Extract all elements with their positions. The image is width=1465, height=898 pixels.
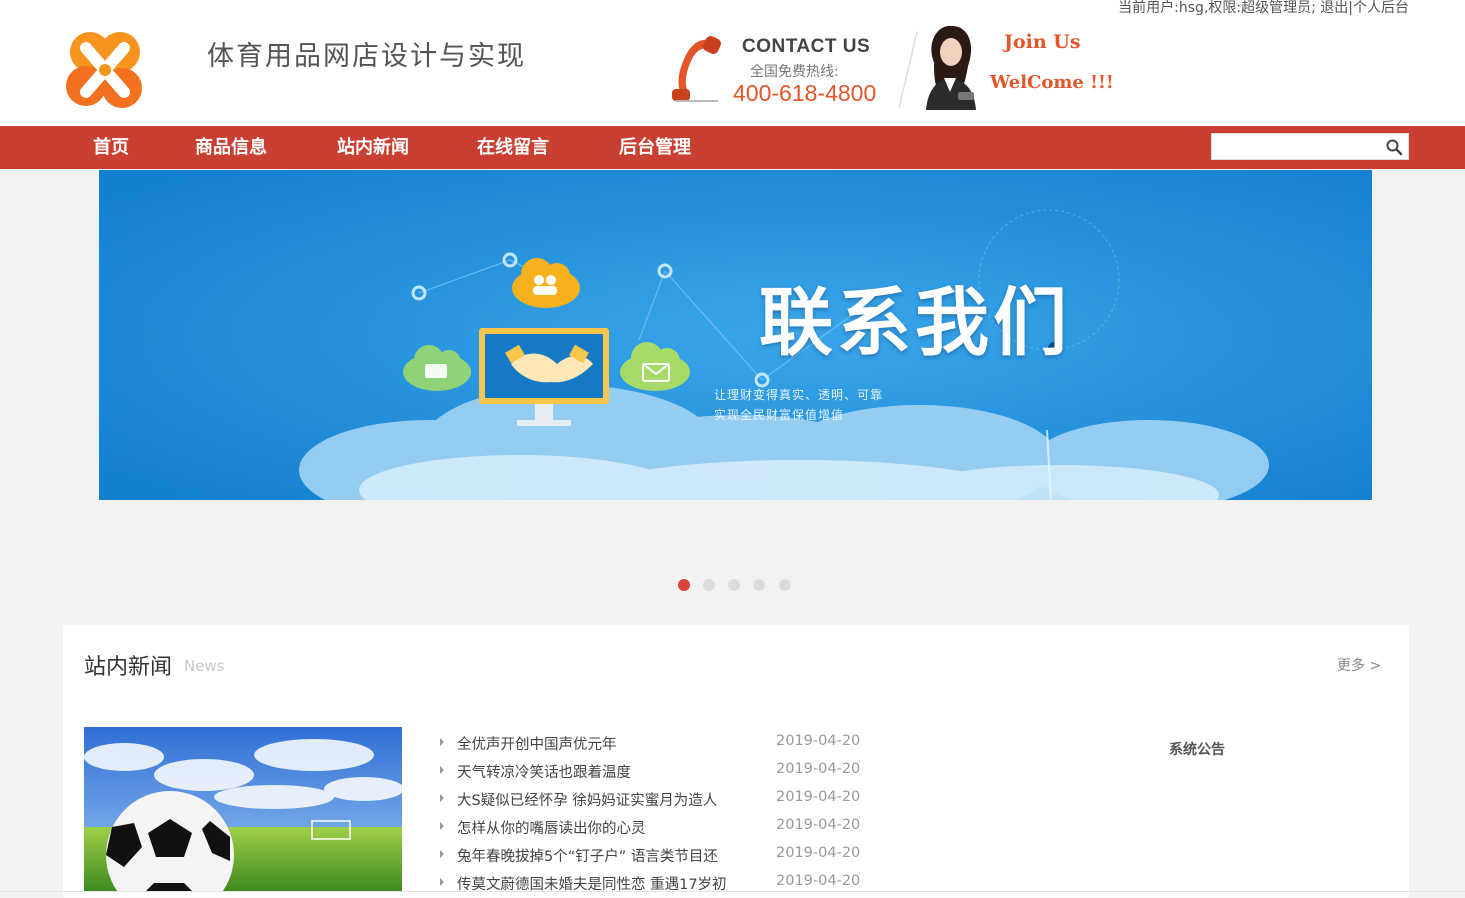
caret-right-icon: [440, 822, 444, 830]
news-feature-image[interactable]: [84, 727, 402, 891]
news-more-link[interactable]: 更多 >: [1337, 655, 1381, 675]
news-item-date: 2019-04-20: [776, 761, 861, 777]
news-item[interactable]: 天气转凉冷笑话也跟着温度 2019-04-20: [438, 758, 878, 786]
header-divider: [898, 31, 918, 109]
bottom-divider: [0, 891, 1465, 892]
caret-right-icon: [440, 850, 444, 858]
slider-dot-5[interactable]: [779, 579, 791, 591]
search-box: [1211, 133, 1409, 160]
nav-item-messages[interactable]: 在线留言: [477, 126, 549, 169]
user-status-bar: 当前用户:hsg,权限:超级管理员; 退出|个人后台: [1118, 0, 1409, 16]
news-item-title: 怎样从你的嘴唇读出你的心灵: [457, 821, 646, 837]
banner-subtitle-1: 让理财变得真实、透明、可靠: [714, 388, 884, 402]
welcome-text: WelCome !!!: [990, 72, 1114, 93]
caret-right-icon: [440, 766, 444, 774]
logout-link[interactable]: 退出: [1320, 0, 1348, 16]
join-us-text: Join Us: [1004, 31, 1081, 53]
news-item-title: 大S疑似已经怀孕 徐妈妈证实蜜月为造人: [457, 793, 718, 809]
current-user-text: 当前用户:hsg,权限:超级管理员;: [1118, 0, 1316, 16]
news-section-subtitle: News: [184, 657, 225, 675]
nav-item-news[interactable]: 站内新闻: [337, 126, 409, 169]
news-item-date: 2019-04-20: [776, 789, 861, 805]
hotline-number: 400-618-4800: [733, 80, 877, 106]
news-item-title: 天气转凉冷笑话也跟着温度: [457, 765, 631, 781]
news-item-title: 兔年春晚拔掉5个“钉子户” 语言类节目还: [457, 849, 718, 865]
news-item-title: 全优声开创中国声优元年: [457, 737, 617, 753]
caret-right-icon: [440, 738, 444, 746]
slider-dot-1[interactable]: [678, 579, 690, 591]
slider-dot-2[interactable]: [703, 579, 715, 591]
caret-right-icon: [440, 878, 444, 886]
personal-backend-link[interactable]: 个人后台: [1353, 0, 1409, 16]
banner-artwork: [99, 170, 1372, 500]
hotline-label: 全国免费热线:: [750, 64, 839, 80]
news-item[interactable]: 怎样从你的嘴唇读出你的心灵 2019-04-20: [438, 814, 878, 842]
news-item[interactable]: 大S疑似已经怀孕 徐妈妈证实蜜月为造人 2019-04-20: [438, 786, 878, 814]
news-item-date: 2019-04-20: [776, 873, 861, 889]
news-item-date: 2019-04-20: [776, 845, 861, 861]
banner-subtitle-2: 实现全民财富保值增值: [714, 408, 845, 422]
news-item-date: 2019-04-20: [776, 733, 861, 749]
news-item[interactable]: 兔年春晚拔掉5个“钉子户” 语言类节目还 2019-04-20: [438, 842, 878, 870]
nav-item-home[interactable]: 首页: [93, 126, 129, 169]
news-item-date: 2019-04-20: [776, 817, 861, 833]
service-agent-avatar: [926, 25, 976, 110]
caret-right-icon: [440, 794, 444, 802]
contact-us-title: CONTACT US: [742, 36, 871, 57]
site-logo-icon[interactable]: [62, 28, 148, 114]
slider-dot-4[interactable]: [753, 579, 765, 591]
slider-dot-3[interactable]: [728, 579, 740, 591]
search-icon[interactable]: [1385, 138, 1403, 156]
site-title: 体育用品网店设计与实现: [207, 41, 526, 72]
news-item[interactable]: 全优声开创中国声优元年 2019-04-20: [438, 730, 878, 758]
nav-item-admin[interactable]: 后台管理: [619, 126, 691, 169]
hero-banner[interactable]: 联系我们 让理财变得真实、透明、可靠 实现全民财富保值增值: [99, 170, 1372, 500]
system-notice-title: 系统公告: [1169, 742, 1225, 758]
banner-heading: 联系我们: [759, 280, 1071, 366]
soccer-ball-image: [84, 727, 402, 891]
nav-item-products[interactable]: 商品信息: [195, 126, 267, 169]
site-header: 当前用户:hsg,权限:超级管理员; 退出|个人后台 体育用品网店设计与实现 C…: [0, 0, 1465, 126]
phone-icon: [672, 36, 721, 102]
news-item[interactable]: 传莫文蔚德国未婚夫是同性恋 重遇17岁初 2019-04-20: [438, 870, 878, 898]
search-input[interactable]: [1214, 136, 1384, 159]
news-section-title: 站内新闻: [84, 655, 173, 680]
